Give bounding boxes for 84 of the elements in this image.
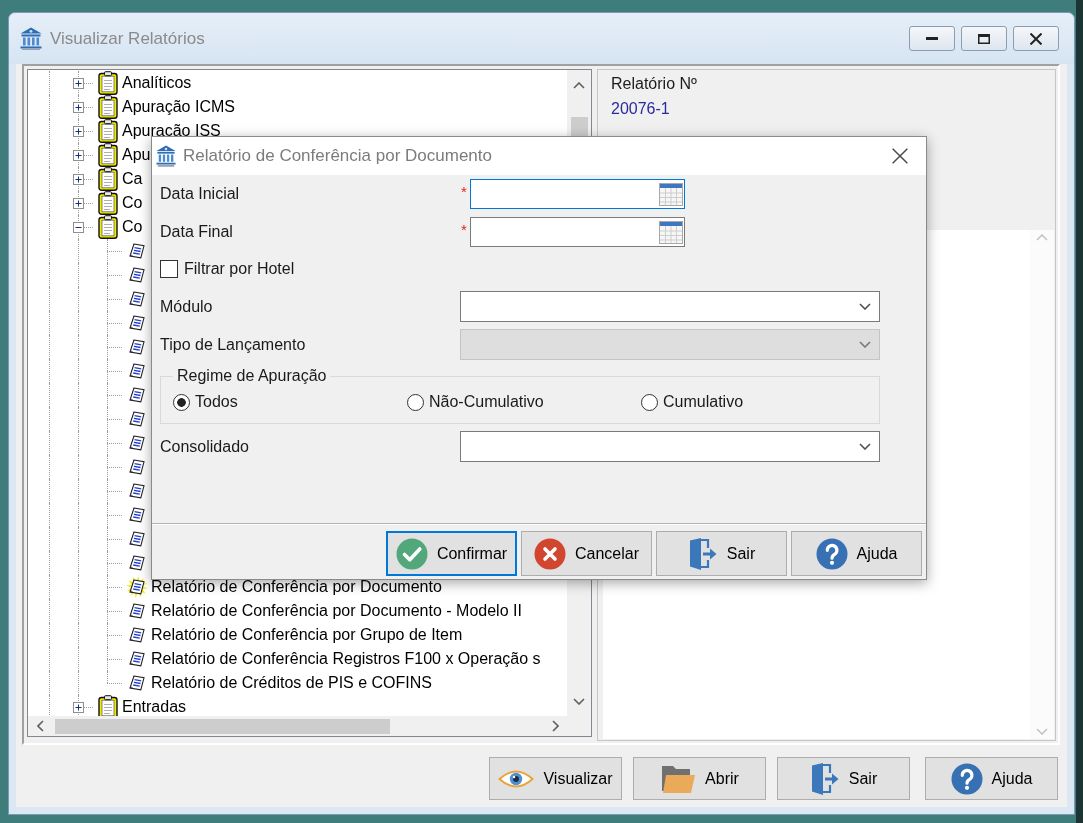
calendar-icon[interactable] xyxy=(659,220,683,244)
chevron-left-icon[interactable] xyxy=(36,720,44,732)
dropdown[interactable] xyxy=(460,291,880,322)
tree-item[interactable]: Relatório de Conferência por Grupo de Item xyxy=(151,627,463,643)
clipboard-icon xyxy=(97,119,118,143)
expand-icon[interactable] xyxy=(73,77,84,89)
required-mark: * xyxy=(460,222,468,238)
dialog-title: Relatório de Conferência por Documento xyxy=(183,146,492,166)
exit-button[interactable]: Sair xyxy=(777,757,910,800)
group-label: Regime de Apuração xyxy=(176,367,328,385)
clipboard-icon xyxy=(97,167,118,191)
tree-item[interactable]: Relatório de Créditos de PIS e COFINS xyxy=(151,675,432,691)
radio-button[interactable] xyxy=(173,393,190,411)
dropdown[interactable] xyxy=(460,431,880,462)
minimize-icon xyxy=(926,37,938,40)
bank-icon xyxy=(156,145,176,167)
tree-item[interactable]: Ca xyxy=(122,171,143,187)
cancel-icon xyxy=(534,537,566,570)
expand-icon[interactable] xyxy=(73,149,84,161)
window-title: Visualizar Relatórios xyxy=(50,28,205,49)
required-mark: * xyxy=(460,184,468,200)
field-label: Consolidado xyxy=(160,437,250,456)
close-button[interactable] xyxy=(1013,26,1059,51)
clipboard-icon xyxy=(97,143,118,167)
radio-button[interactable] xyxy=(407,393,424,411)
help-button[interactable]: Ajuda xyxy=(925,757,1058,800)
calendar-icon[interactable] xyxy=(659,182,683,206)
check-icon xyxy=(395,537,428,570)
minimize-button[interactable] xyxy=(909,26,955,51)
checkbox[interactable] xyxy=(160,260,178,278)
close-icon xyxy=(1030,32,1042,45)
exit-door-icon xyxy=(687,536,718,571)
expand-icon[interactable] xyxy=(73,173,84,185)
collapse-icon[interactable] xyxy=(73,221,84,233)
chevron-right-icon[interactable] xyxy=(551,720,559,732)
tree-item[interactable]: Co xyxy=(122,195,143,211)
tree-item[interactable]: Relatório de Conferência por Documento - Modelo II xyxy=(151,603,522,619)
chevron-down-icon[interactable] xyxy=(859,303,871,310)
help-button[interactable]: Ajuda xyxy=(791,531,922,576)
clipboard-icon xyxy=(97,215,118,239)
field-label: Data Final xyxy=(160,223,234,241)
field-label: Relatório Nº xyxy=(611,75,697,93)
view-button[interactable]: Visualizar xyxy=(489,757,622,800)
expand-icon[interactable] xyxy=(73,101,84,113)
radio-label: Não-Cumulativo xyxy=(429,393,544,411)
radio-label: Cumulativo xyxy=(663,393,744,411)
field-label: Tipo de Lançamento xyxy=(160,335,307,354)
open-button[interactable]: Abrir xyxy=(633,757,766,800)
date-field[interactable] xyxy=(470,179,685,209)
date-field[interactable] xyxy=(470,217,685,247)
exit-button[interactable]: Sair xyxy=(656,531,787,576)
expand-icon[interactable] xyxy=(73,125,84,137)
help-icon xyxy=(950,762,983,795)
help-icon xyxy=(815,537,848,570)
expand-icon[interactable] xyxy=(73,701,84,713)
tree-item[interactable]: Apuração ISS xyxy=(122,123,221,139)
radio-button[interactable] xyxy=(641,393,658,411)
chevron-up-icon[interactable] xyxy=(573,81,585,89)
tree-item[interactable]: Apu xyxy=(122,147,151,163)
clipboard-icon xyxy=(97,95,118,119)
expand-icon[interactable] xyxy=(73,197,84,209)
field-label: Módulo xyxy=(160,297,214,316)
tree-item[interactable]: Analíticos xyxy=(122,75,192,91)
scroll-thumb[interactable] xyxy=(55,718,390,734)
cancel-button[interactable]: Cancelar xyxy=(521,531,652,576)
radio-label: Todos xyxy=(195,393,238,411)
tree-item[interactable]: Relatório de Conferência por Documento xyxy=(151,579,442,595)
folder-icon xyxy=(660,763,697,794)
maximize-icon xyxy=(978,33,990,44)
field-label: Data Inicial xyxy=(160,185,241,203)
exit-door-icon xyxy=(809,761,840,796)
bank-icon xyxy=(20,26,42,51)
tree-item[interactable]: Entradas xyxy=(122,699,187,715)
maximize-button[interactable] xyxy=(961,26,1007,51)
close-icon xyxy=(892,148,908,164)
chevron-down-icon[interactable] xyxy=(573,697,585,705)
chevron-down-icon[interactable] xyxy=(859,443,871,450)
tree-item[interactable]: Apuração ICMS xyxy=(122,99,235,115)
tree-item[interactable]: Co xyxy=(122,219,143,235)
clipboard-icon xyxy=(97,191,118,215)
checkbox-label: Filtrar por Hotel xyxy=(184,260,295,278)
confirm-button[interactable]: Confirmar xyxy=(386,531,517,576)
report-number: 20076-1 xyxy=(611,100,670,118)
tree-item[interactable]: Relatório de Conferência Registros F100 x Operação s xyxy=(151,651,541,667)
